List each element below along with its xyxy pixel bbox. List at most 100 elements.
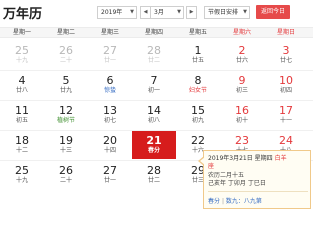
- day-number: 4: [18, 74, 26, 87]
- year-select-value: 2019年: [101, 9, 123, 16]
- calendar-day[interactable]: 3 廿七: [264, 41, 308, 69]
- lunar-date: 十四: [103, 147, 116, 154]
- day-number: 21: [146, 134, 162, 147]
- calendar-day[interactable]: 28 廿二: [132, 41, 176, 69]
- day-number: 27: [103, 44, 117, 57]
- calendar-day[interactable]: 15 初九: [176, 101, 220, 129]
- lunar-date: 廿一: [103, 177, 116, 184]
- calendar-day[interactable]: 25 十九: [0, 161, 44, 189]
- weekday-label: 星期日: [276, 29, 295, 36]
- calendar-day[interactable]: 27 廿一: [88, 41, 132, 69]
- calendar-day[interactable]: 18 十二: [0, 131, 44, 159]
- lunar-date: 二十: [59, 57, 72, 64]
- next-month-button[interactable]: ▶: [186, 6, 197, 19]
- weekday-label: 星期四: [144, 29, 163, 36]
- day-number: 1: [194, 44, 202, 57]
- calendar-day[interactable]: 16 初十: [220, 101, 264, 129]
- lunar-date: 廿六: [235, 57, 248, 64]
- calendar-day[interactable]: 20 十四: [88, 131, 132, 159]
- chevron-down-icon: ▼: [177, 9, 181, 15]
- popup-divider: [208, 191, 308, 192]
- calendar-day[interactable]: 10 初四: [264, 71, 308, 99]
- month-select[interactable]: 3月 ▼: [150, 6, 184, 19]
- day-number: 10: [279, 74, 293, 87]
- calendar-day[interactable]: 1 廿五: [176, 41, 220, 69]
- lunar-date: 十九: [15, 57, 28, 64]
- lunar-date: 初七: [103, 117, 116, 124]
- day-number: 13: [103, 104, 117, 117]
- calendar-day[interactable]: 17 十一: [264, 101, 308, 129]
- calendar-toolbar: 万年历 2019年 ▼ ◀ 3月 ▼ ▶ 节假日安排 ▼ 返回今日: [0, 0, 313, 22]
- day-number: 18: [15, 134, 29, 147]
- popup-sep: |: [221, 198, 224, 205]
- back-to-today-button[interactable]: 返回今日: [256, 5, 290, 19]
- holiday-select[interactable]: 节假日安排 ▼: [204, 6, 250, 19]
- lunar-date: 初九: [191, 117, 204, 124]
- calendar-day[interactable]: 14 初八: [132, 101, 176, 129]
- calendar-day[interactable]: 25 十九: [0, 41, 44, 69]
- calendar-day[interactable]: 4 廿八: [0, 71, 44, 99]
- day-number: 7: [150, 74, 158, 87]
- popup-lunar-date: 农历二月十五: [208, 172, 245, 179]
- lunar-date: 初三: [235, 87, 248, 94]
- calendar-day[interactable]: 8 妇女节: [176, 71, 220, 99]
- calendar-day[interactable]: 6 惊蛰: [88, 71, 132, 99]
- popup-date: 2019年3月21日 星期四 白羊: [208, 155, 287, 163]
- weekday-label: 星期五: [188, 29, 207, 36]
- year-select[interactable]: 2019年 ▼: [97, 6, 137, 19]
- lunar-date: 廿八: [15, 87, 28, 94]
- day-number: 20: [103, 134, 117, 147]
- day-number: 26: [59, 164, 73, 177]
- day-number: 22: [191, 134, 205, 147]
- lunar-date: 初一: [147, 87, 160, 94]
- month-select-value: 3月: [154, 9, 164, 16]
- day-number: 2: [238, 44, 246, 57]
- day-number: 23: [235, 134, 249, 147]
- popup-zodiac: 白羊: [274, 155, 287, 162]
- day-number: 9: [238, 74, 246, 87]
- weekday-label: 星期三: [100, 29, 119, 36]
- day-number: 8: [194, 74, 202, 87]
- holiday-select-value: 节假日安排: [208, 9, 239, 16]
- chevron-down-icon: ▼: [130, 9, 134, 15]
- lunar-date: 初四: [279, 87, 292, 94]
- lunar-date: 廿九: [59, 87, 72, 94]
- lunar-date: 廿七: [279, 57, 292, 64]
- popup-ganzhi: 己亥年 丁卯月 丁巳日: [208, 180, 266, 187]
- calendar-day[interactable]: 13 初七: [88, 101, 132, 129]
- lunar-date: 初八: [147, 117, 160, 124]
- day-number: 27: [103, 164, 117, 177]
- day-number: 16: [235, 104, 249, 117]
- weekday-label: 星期二: [56, 29, 75, 36]
- lunar-date: 廿二: [147, 57, 160, 64]
- calendar-day[interactable]: 27 廿一: [88, 161, 132, 189]
- calendar-day[interactable]: 19 十三: [44, 131, 88, 159]
- calendar-day[interactable]: 26 二十: [44, 161, 88, 189]
- weekday-label: 星期一: [12, 29, 31, 36]
- lunar-date: 妇女节: [188, 87, 207, 94]
- lunar-date: 春分: [147, 147, 160, 154]
- calendar-day[interactable]: 5 廿九: [44, 71, 88, 99]
- lunar-date: 初十: [235, 117, 248, 124]
- day-number: 19: [59, 134, 73, 147]
- lunar-date: 十三: [59, 147, 72, 154]
- calendar-day[interactable]: 12 植树节: [44, 101, 88, 129]
- calendar-day[interactable]: 26 二十: [44, 41, 88, 69]
- day-number: 25: [15, 44, 29, 57]
- lunar-date: 初五: [15, 117, 28, 124]
- day-number: 28: [147, 164, 161, 177]
- lunar-date: 十一: [279, 117, 292, 124]
- calendar-day[interactable]: 2 廿六: [220, 41, 264, 69]
- calendar-day-selected[interactable]: 21 春分: [132, 131, 176, 159]
- day-detail-popup: 2019年3月21日 星期四 白羊 座 农历二月十五 己亥年 丁卯月 丁巳日 春…: [198, 150, 311, 209]
- calendar-day[interactable]: 7 初一: [132, 71, 176, 99]
- day-number: 5: [62, 74, 70, 87]
- day-number: 15: [191, 104, 205, 117]
- popup-date-text: 2019年3月21日 星期四: [208, 155, 273, 162]
- day-number: 17: [279, 104, 293, 117]
- calendar-day[interactable]: 11 初五: [0, 101, 44, 129]
- day-number: 28: [147, 44, 161, 57]
- calendar-day[interactable]: 28 廿二: [132, 161, 176, 189]
- calendar-day[interactable]: 9 初三: [220, 71, 264, 99]
- day-number: 6: [106, 74, 114, 87]
